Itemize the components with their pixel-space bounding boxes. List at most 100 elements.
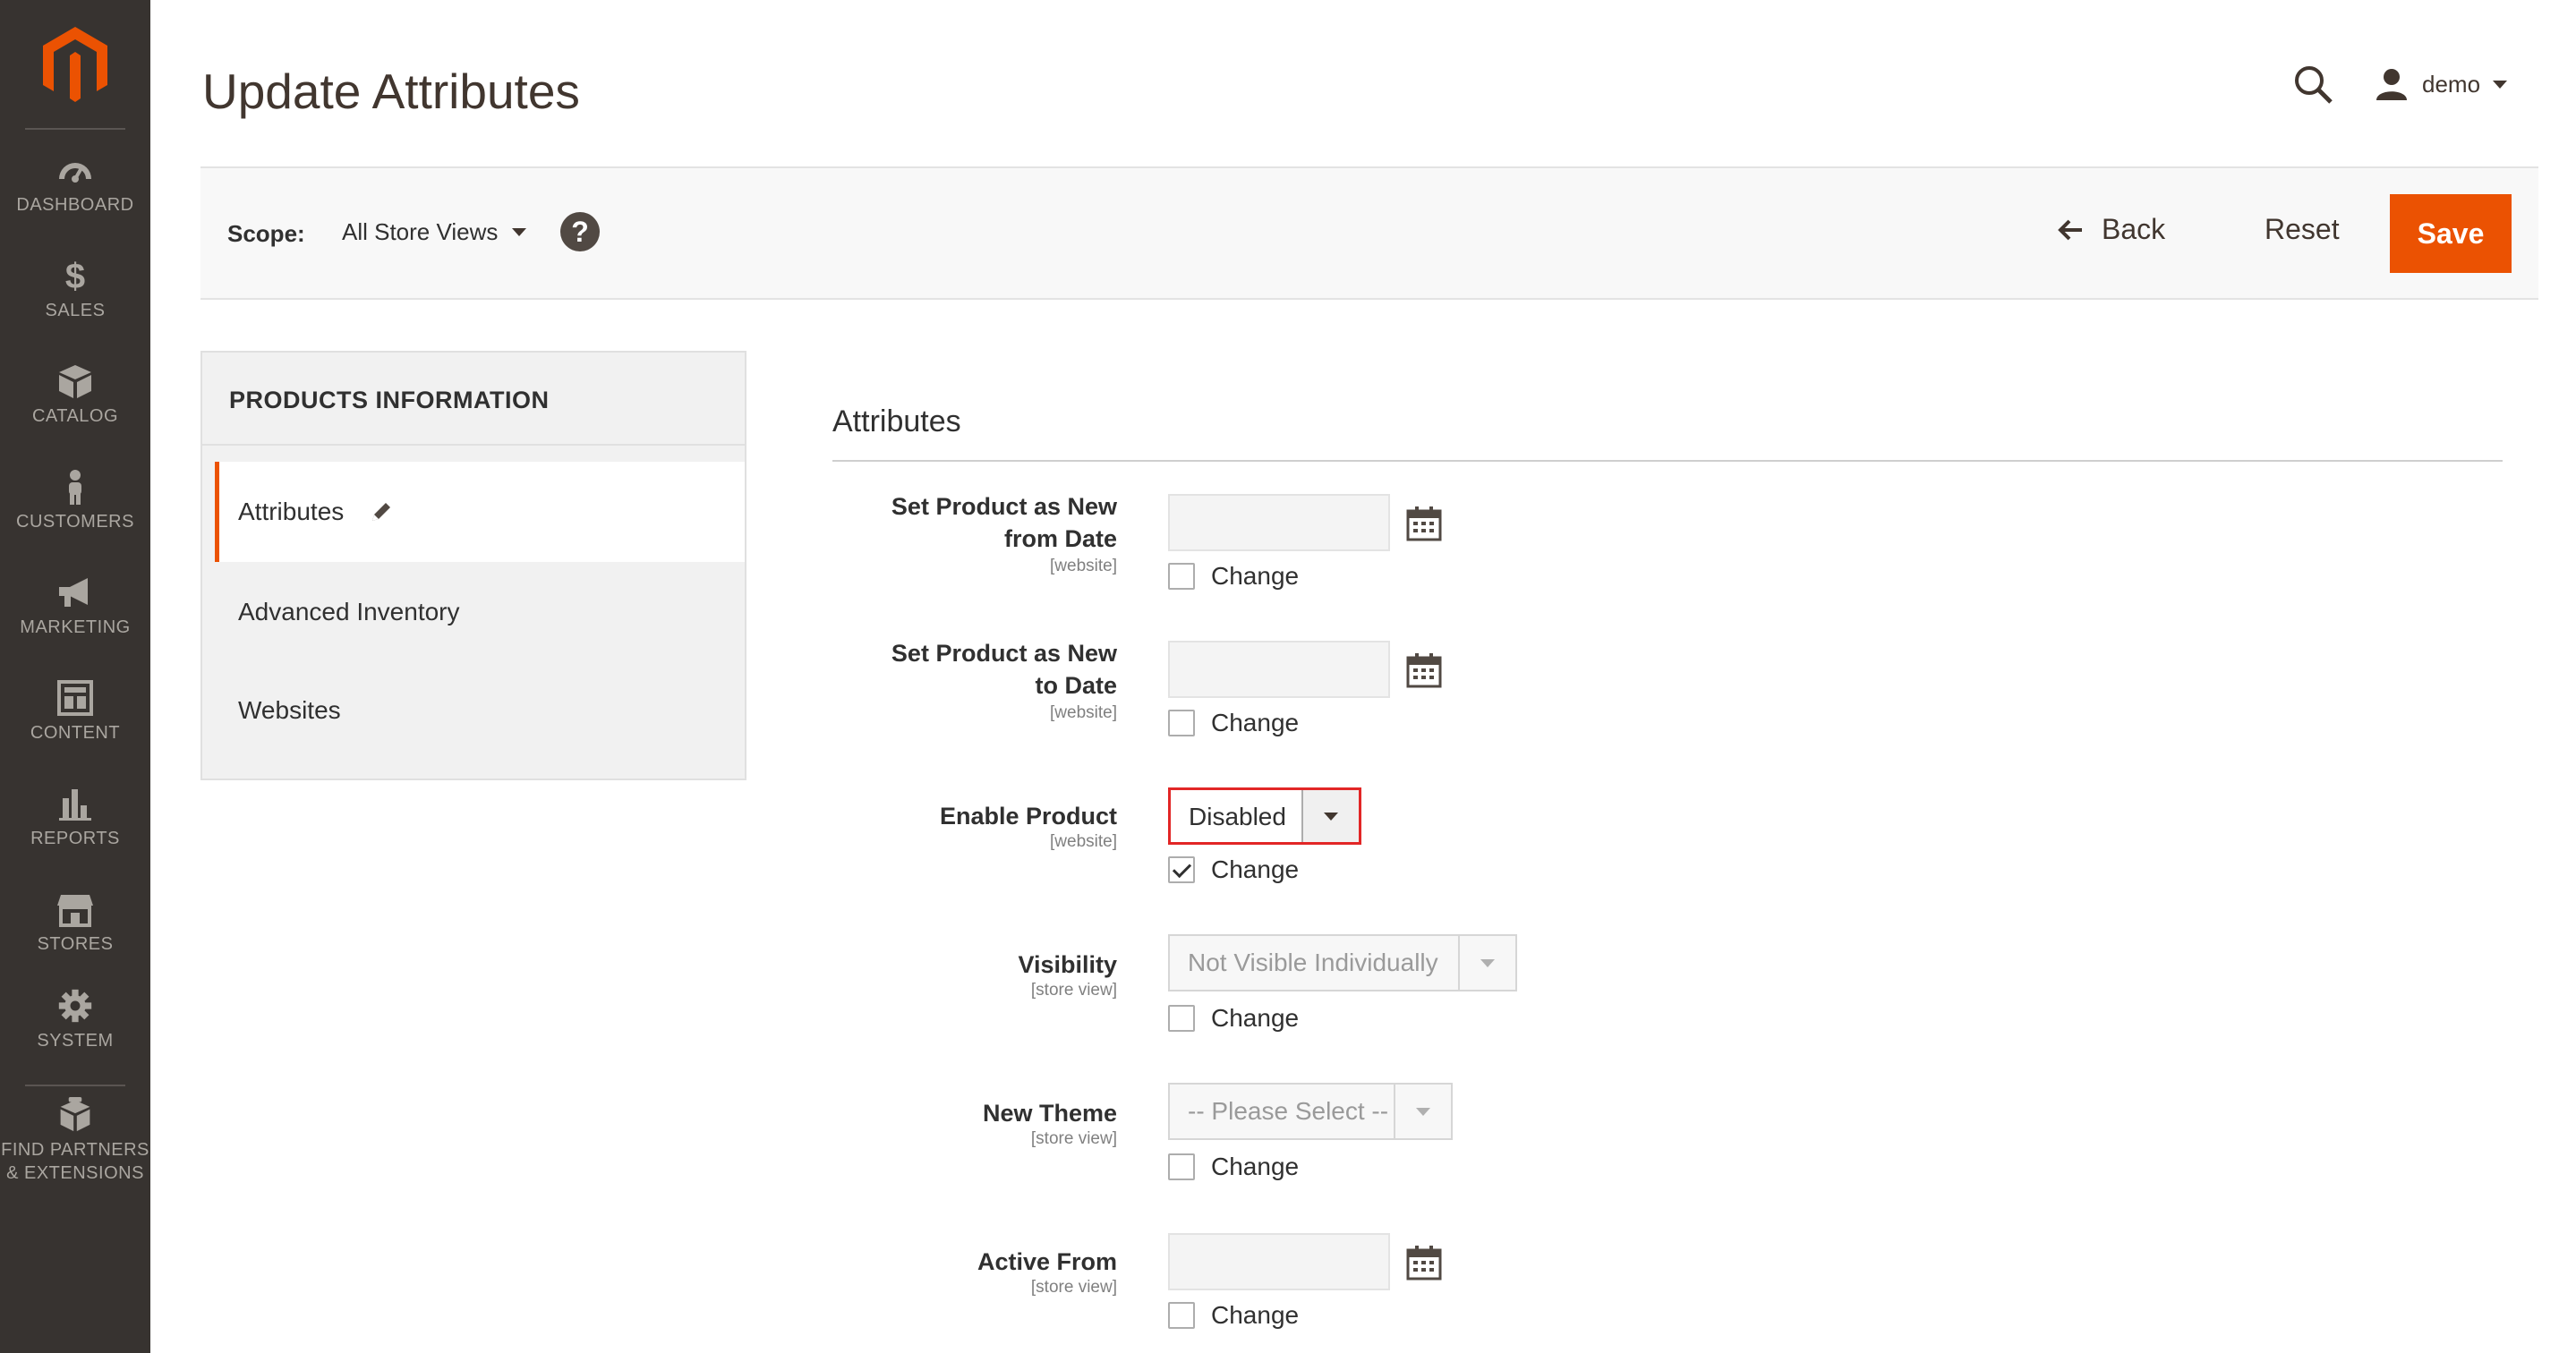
dollar-icon: $ [65, 258, 85, 294]
nav-catalog[interactable]: CATALOG [0, 363, 150, 428]
dashboard-icon [59, 163, 91, 183]
change-checkbox[interactable] [1168, 1302, 1195, 1329]
tab-attributes[interactable]: Attributes [215, 462, 745, 562]
page-actions-bar: Scope: All Store Views ? Back Reset Save [200, 166, 2538, 300]
nav-reports-label: REPORTS [30, 829, 120, 848]
calendar-icon[interactable] [1405, 505, 1443, 542]
change-label: Change [1211, 1004, 1300, 1032]
change-checkbox[interactable] [1168, 563, 1195, 590]
nav-dashboard-label: DASHBOARD [16, 195, 134, 215]
nav-sales[interactable]: $ SALES [0, 258, 150, 322]
magento-logo[interactable] [39, 25, 111, 106]
tab-websites[interactable]: Websites [215, 660, 745, 761]
nav-reports[interactable]: REPORTS [0, 786, 150, 850]
nav-find-partners-label-line2: & EXTENSIONS [6, 1163, 144, 1183]
person-icon [69, 470, 81, 505]
enable-product-select[interactable]: Disabled [1168, 787, 1361, 845]
field-label-news-to-date: Set Product as New to Date [891, 637, 1117, 702]
field-label-line1: New Theme [982, 1100, 1117, 1127]
gear-icon [58, 989, 92, 1023]
change-toggle-news-to-date[interactable]: Change [1168, 709, 1299, 737]
box-icon [59, 365, 91, 398]
nav-marketing[interactable]: MARKETING [0, 574, 150, 639]
change-toggle-news-from-date[interactable]: Change [1168, 562, 1299, 591]
nav-divider [25, 1085, 125, 1086]
back-button-label: Back [2102, 213, 2166, 245]
scope-switcher[interactable]: All Store Views [342, 218, 527, 246]
reset-button[interactable]: Reset [2265, 213, 2340, 246]
chevron-down-icon [512, 228, 527, 236]
nav-find-partners[interactable]: FIND PARTNERS & EXTENSIONS [0, 1097, 150, 1185]
field-label-new-theme: New Theme [983, 1097, 1117, 1129]
layout-icon [57, 680, 93, 716]
nav-content[interactable]: CONTENT [0, 680, 150, 745]
tab-attributes-label: Attributes [238, 498, 345, 525]
nav-sales-label: SALES [45, 301, 106, 320]
tab-advanced-inventory[interactable]: Advanced Inventory [215, 562, 745, 662]
back-button[interactable]: Back [2057, 213, 2165, 246]
section-title: Attributes [832, 404, 961, 438]
user-name: demo [2422, 70, 2481, 98]
nav-customers-label: CUSTOMERS [16, 512, 134, 532]
admin-sidebar: DASHBOARD $ SALES CATALOG CUSTOMERS MARK… [0, 0, 150, 1353]
visibility-select[interactable]: Not Visible Individually [1168, 934, 1517, 991]
nav-dashboard[interactable]: DASHBOARD [0, 152, 150, 217]
help-icon[interactable]: ? [560, 212, 600, 251]
nav-content-label: CONTENT [30, 723, 121, 743]
news-to-date-input[interactable] [1168, 641, 1390, 698]
nav-marketing-label: MARKETING [20, 617, 131, 637]
change-toggle-visibility[interactable]: Change [1168, 1004, 1299, 1033]
change-label: Change [1211, 855, 1300, 883]
package-icon [60, 1097, 90, 1132]
tab-websites-label: Websites [238, 696, 341, 724]
news-from-date-input[interactable] [1168, 494, 1390, 551]
calendar-icon[interactable] [1405, 1244, 1443, 1281]
user-account-menu[interactable]: demo [2374, 64, 2508, 104]
field-label-line1: Set Product as New [891, 640, 1117, 667]
bar-chart-icon [59, 789, 91, 821]
search-icon [2295, 66, 2333, 104]
user-icon [2376, 69, 2407, 100]
field-label-line1: Set Product as New [891, 493, 1117, 520]
active-from-input[interactable] [1168, 1233, 1390, 1290]
nav-customers[interactable]: CUSTOMERS [0, 469, 150, 533]
tabs-title: PRODUCTS INFORMATION [229, 387, 550, 413]
change-checkbox[interactable] [1168, 856, 1195, 883]
change-label: Change [1211, 1153, 1300, 1180]
page-title: Update Attributes [202, 64, 580, 119]
logo-divider [25, 128, 125, 130]
change-toggle-enable-product[interactable]: Change [1168, 855, 1299, 884]
select-value: Not Visible Individually [1188, 949, 1438, 976]
save-button[interactable]: Save [2390, 194, 2512, 273]
field-label-line1: Active From [977, 1248, 1117, 1275]
change-checkbox[interactable] [1168, 710, 1195, 736]
nav-stores-label: STORES [37, 934, 114, 954]
change-toggle-new-theme[interactable]: Change [1168, 1153, 1299, 1181]
svg-text:$: $ [65, 258, 85, 294]
section-divider [832, 460, 2503, 462]
field-label-visibility: Visibility [1018, 949, 1117, 981]
field-label-line1: Visibility [1018, 951, 1117, 978]
nav-find-partners-label-line1: FIND PARTNERS [1, 1140, 149, 1160]
field-scope: [website] [1050, 557, 1117, 575]
nav-catalog-label: CATALOG [31, 406, 119, 426]
products-information-tabs: PRODUCTS INFORMATION Attributes Advanced… [200, 351, 746, 780]
select-value: -- Please Select -- [1188, 1097, 1389, 1125]
tabs-title-divider [202, 444, 745, 446]
field-label-line1: Enable Product [939, 803, 1117, 830]
chevron-down-icon [1394, 1085, 1451, 1138]
nav-system[interactable]: SYSTEM [0, 988, 150, 1052]
change-label: Change [1211, 1301, 1300, 1329]
change-toggle-active-from[interactable]: Change [1168, 1301, 1299, 1330]
calendar-icon[interactable] [1405, 651, 1443, 689]
nav-stores[interactable]: STORES [0, 891, 150, 956]
change-checkbox[interactable] [1168, 1153, 1195, 1180]
field-scope: [store view] [1030, 981, 1117, 1000]
new-theme-select[interactable]: -- Please Select -- [1168, 1083, 1453, 1140]
field-label-news-from-date: Set Product as New from Date [891, 490, 1117, 555]
change-checkbox[interactable] [1168, 1005, 1195, 1032]
global-search-button[interactable] [2291, 63, 2334, 106]
arrow-left-icon [2058, 219, 2082, 240]
storefront-icon [57, 895, 93, 927]
field-scope: [website] [1050, 703, 1117, 722]
